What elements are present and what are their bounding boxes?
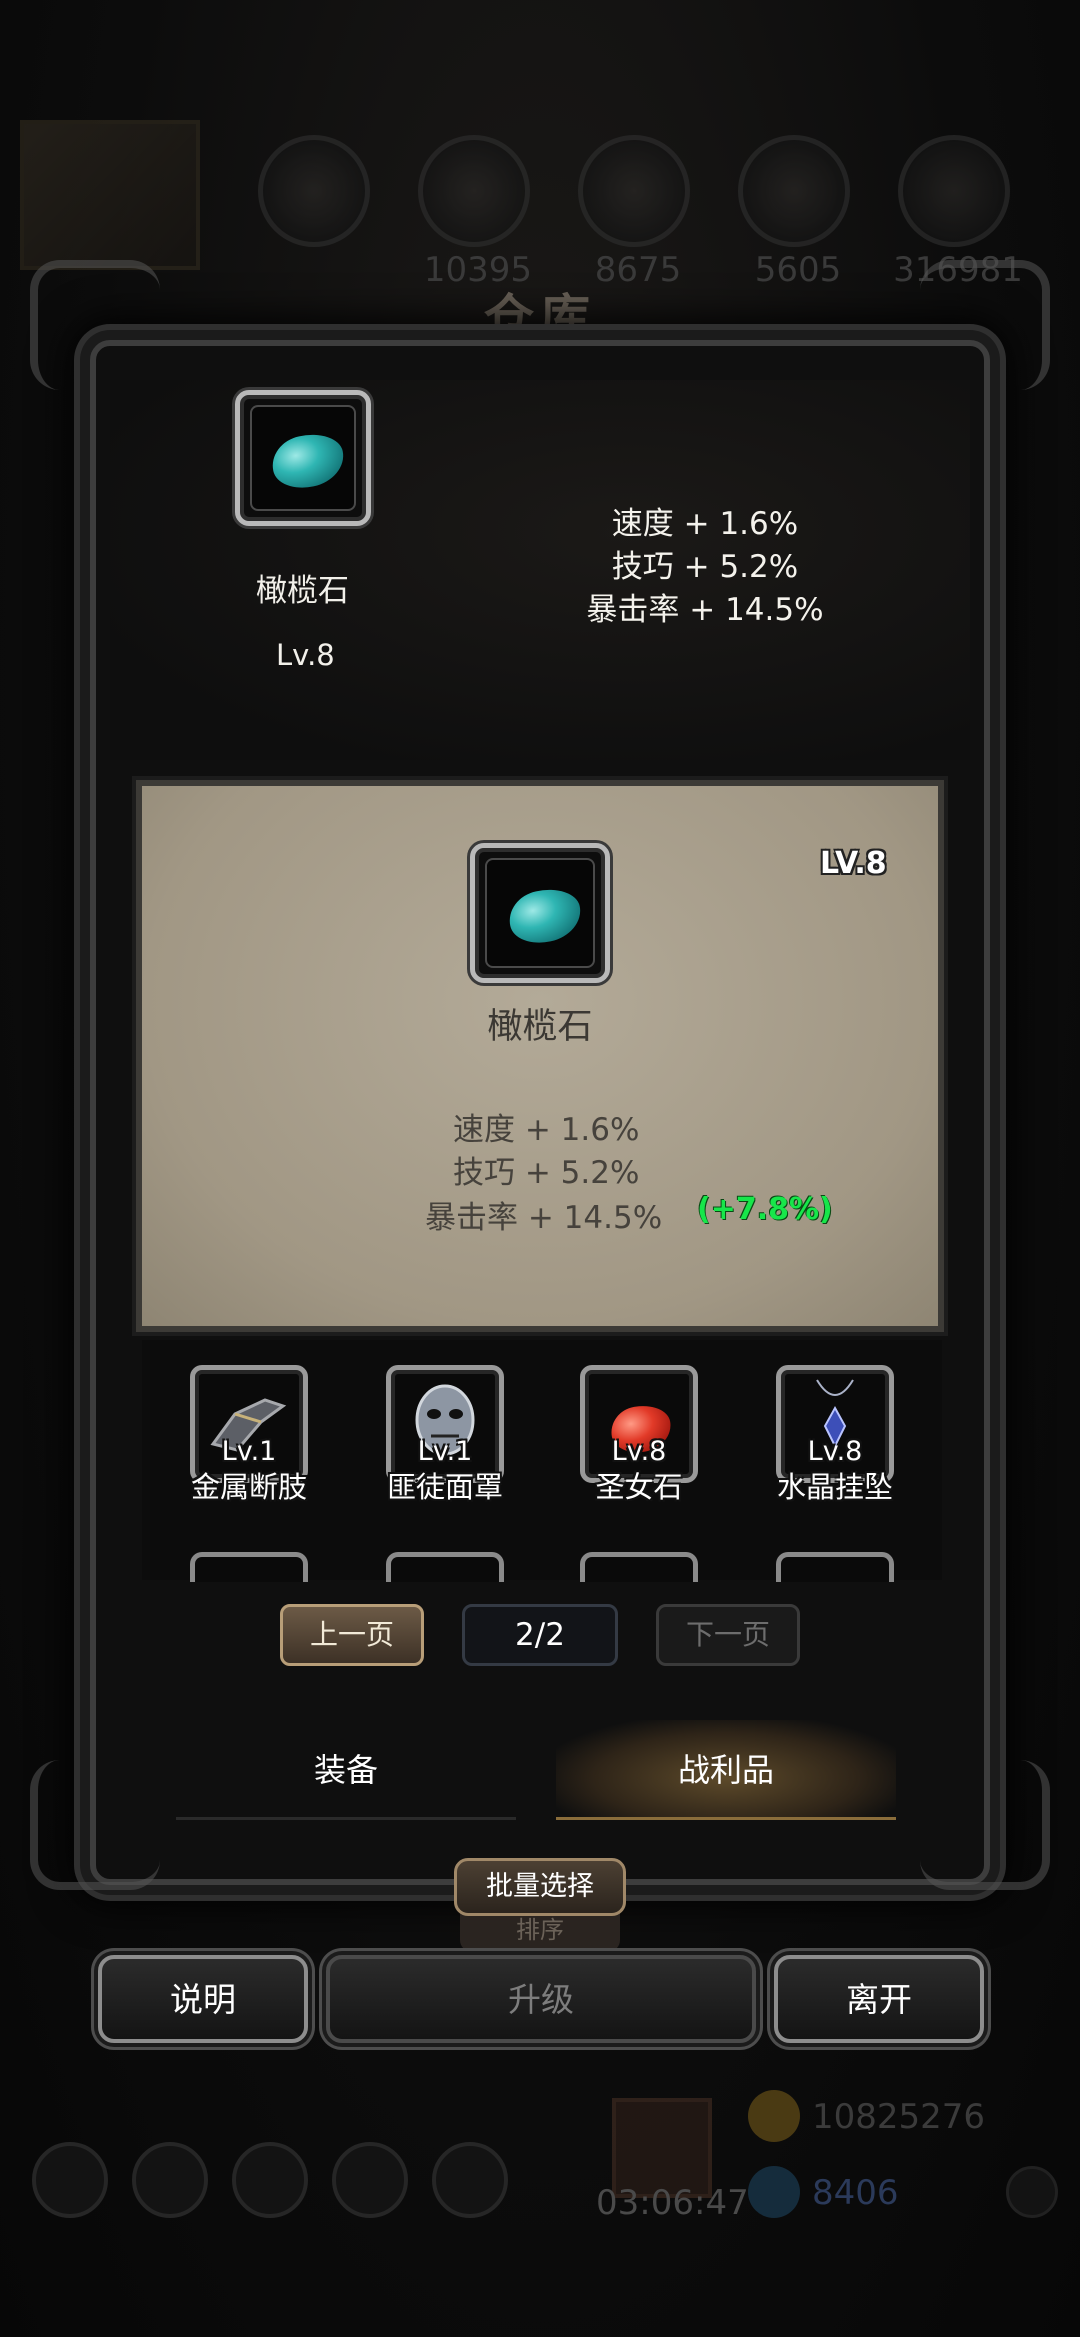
- batch-select-button[interactable]: 批量选择: [454, 1858, 626, 1916]
- upgrade-button[interactable]: 升级: [326, 1955, 756, 2043]
- compare-card-level: LV.8: [820, 846, 887, 881]
- resource-orb-5-icon: [898, 135, 1010, 247]
- corner-ornament: [30, 1760, 160, 1890]
- hero-portrait: [20, 120, 200, 270]
- inventory-slot-partial[interactable]: [386, 1552, 504, 1582]
- compare-stat-crit: 暴击率 + 14.5%: [425, 1200, 663, 1236]
- gem-amount: 8406: [812, 2173, 899, 2213]
- gold-amount: 10825276: [812, 2097, 986, 2137]
- menu-icon: [132, 2142, 208, 2218]
- inventory-slot-partial[interactable]: [776, 1552, 894, 1582]
- item-level: Lv.1: [221, 1436, 277, 1467]
- item-name: 金属断肢: [190, 1470, 307, 1504]
- page-indicator: 2/2: [462, 1604, 618, 1666]
- item-level: Lv.8: [611, 1436, 667, 1467]
- resource-orb-2-icon: [418, 135, 530, 247]
- add-icon: [1006, 2166, 1058, 2218]
- prev-page-button[interactable]: 上一页: [280, 1604, 424, 1666]
- stat-speed: 速度 + 1.6%: [611, 506, 799, 542]
- sort-button[interactable]: 排序: [460, 1912, 620, 1952]
- crit-diff-indicator: (+7.8%): [697, 1192, 833, 1227]
- compare-item-slot: [470, 843, 610, 983]
- resource-orb-3-icon: [578, 135, 690, 247]
- menu-icon: [332, 2142, 408, 2218]
- inventory-slot-partial[interactable]: [580, 1552, 698, 1582]
- chest-timer: 03:06:47: [596, 2183, 749, 2223]
- selected-item-name: 橄榄石: [256, 573, 349, 609]
- item-level: Lv.8: [807, 1436, 863, 1467]
- stat-crit: 暴击率 + 14.5%: [586, 592, 824, 628]
- next-page-button[interactable]: 下一页: [656, 1604, 800, 1666]
- corner-ornament: [30, 260, 160, 390]
- compare-stat-speed: 速度 + 1.6%: [453, 1112, 640, 1148]
- category-tabs: 装备 战利品: [176, 1720, 906, 1820]
- compare-stat-skill: 技巧 + 5.2%: [453, 1155, 640, 1191]
- corner-ornament: [920, 260, 1050, 390]
- resource-orb-4-icon: [738, 135, 850, 247]
- menu-icon: [32, 2142, 108, 2218]
- selected-item-level: Lv.8: [276, 638, 335, 672]
- gold-coin-icon: [748, 2090, 800, 2142]
- item-level: Lv.1: [417, 1436, 473, 1467]
- inventory-slot-partial[interactable]: [190, 1552, 308, 1582]
- menu-icon: [232, 2142, 308, 2218]
- item-name: 水晶挂坠: [776, 1470, 893, 1504]
- selected-item-slot[interactable]: [235, 390, 371, 526]
- corner-ornament: [920, 1760, 1050, 1890]
- leave-button[interactable]: 离开: [774, 1955, 984, 2043]
- menu-icon: [432, 2142, 508, 2218]
- compare-card-name: 橄榄石: [487, 1007, 593, 1047]
- help-button[interactable]: 说明: [98, 1955, 308, 2043]
- tab-equipment[interactable]: 装备: [176, 1720, 516, 1820]
- resource-orb-1-icon: [258, 135, 370, 247]
- blue-gem-icon: [748, 2166, 800, 2218]
- stat-skill: 技巧 + 5.2%: [611, 549, 799, 585]
- item-name: 匪徒面罩: [386, 1470, 503, 1504]
- tab-loot[interactable]: 战利品: [556, 1720, 896, 1820]
- item-name: 圣女石: [595, 1470, 683, 1504]
